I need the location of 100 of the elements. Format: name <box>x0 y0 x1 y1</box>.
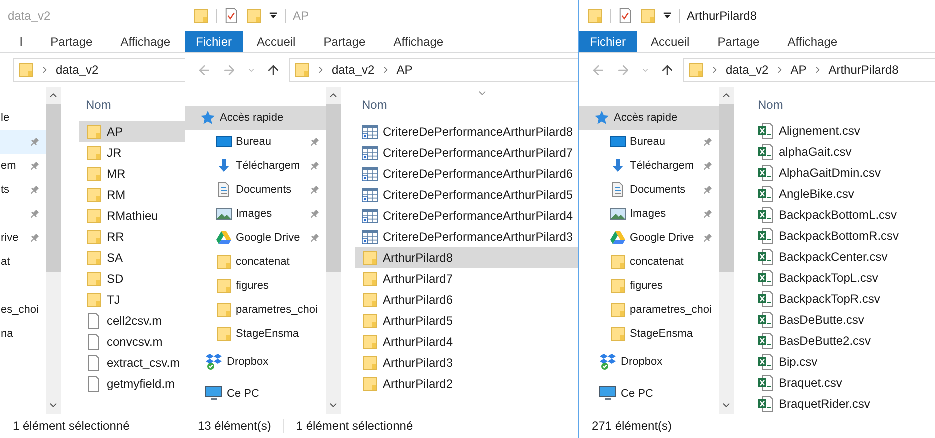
file-row[interactable]: alphaGait.csv <box>751 141 935 162</box>
file-row[interactable]: ArthurPilard5 <box>355 310 578 331</box>
nav-pane-item[interactable]: parametres_choi <box>185 298 326 322</box>
ribbon-tab[interactable]: l <box>6 31 37 52</box>
nav-pane-item[interactable]: Téléchargem <box>579 154 719 178</box>
nav-pane-item[interactable]: parametres_choi <box>579 298 719 322</box>
nav-pane-item[interactable]: StageEnsma <box>185 322 326 346</box>
file-row[interactable]: extract_csv.m <box>79 352 185 373</box>
file-row[interactable]: RMathieu <box>79 205 185 226</box>
file-row[interactable]: convcsv.m <box>79 331 185 352</box>
nav-pane-item[interactable]: Dropbox <box>185 346 326 378</box>
breadcrumb-item[interactable]: ArthurPilard8 <box>828 61 899 79</box>
file-row[interactable]: Bip.csv <box>751 351 935 372</box>
forward-icon[interactable] <box>616 62 631 78</box>
file-row[interactable]: AP <box>79 121 185 142</box>
file-row[interactable]: BackpackCenter.csv <box>751 246 935 267</box>
file-row[interactable]: TJ <box>79 289 185 310</box>
nav-pane-item[interactable]: ts <box>0 178 46 202</box>
ribbon-tab[interactable]: Partage <box>310 31 380 52</box>
nav-pane-item[interactable]: Documents <box>185 178 326 202</box>
pin-icon[interactable] <box>309 208 320 220</box>
breadcrumb-item[interactable]: AP <box>790 61 807 79</box>
pin-icon[interactable] <box>309 232 320 244</box>
nav-pane-item[interactable]: Documents <box>579 178 719 202</box>
column-header[interactable]: Nom <box>86 96 112 114</box>
pin-icon[interactable] <box>309 136 320 148</box>
file-row[interactable]: AngleBike.csv <box>751 183 935 204</box>
pin-icon[interactable] <box>702 208 713 220</box>
pin-icon[interactable] <box>29 232 40 244</box>
file-row[interactable]: BasDeButte.csv <box>751 309 935 330</box>
file-row[interactable]: BasDeButte2.csv <box>751 330 935 351</box>
file-row[interactable]: Braquet.csv <box>751 372 935 393</box>
nav-pane-item[interactable]: Dropbox <box>579 346 719 378</box>
breadcrumb-item[interactable]: AP <box>396 61 413 79</box>
nav-pane-item[interactable]: StageEnsma <box>579 322 719 346</box>
ribbon-tab[interactable]: Accueil <box>637 31 704 52</box>
nav-pane-item[interactable]: at <box>0 250 46 274</box>
pin-icon[interactable] <box>702 136 713 148</box>
properties-icon[interactable] <box>618 8 633 24</box>
file-row[interactable]: ArthurPilard3 <box>355 352 578 373</box>
dropdown-caret-icon[interactable] <box>663 11 672 20</box>
file-row[interactable]: CritereDePerformanceArthurPilard7 <box>355 142 578 163</box>
file-row[interactable]: CritereDePerformanceArthurPilard8 <box>355 121 578 142</box>
forward-icon[interactable] <box>222 62 237 78</box>
nav-pane-item[interactable]: Ce PC <box>185 378 326 410</box>
file-row[interactable]: ArthurPilard2 <box>355 373 578 394</box>
ribbon-tab[interactable]: Affichage <box>774 31 852 52</box>
nav-pane-item[interactable]: Images <box>579 202 719 226</box>
pin-icon[interactable] <box>702 160 713 172</box>
file-row[interactable]: BackpackTopR.csv <box>751 288 935 309</box>
nav-pane-item[interactable]: Google Drive <box>579 226 719 250</box>
back-icon[interactable] <box>197 62 212 78</box>
pin-icon[interactable] <box>29 136 40 148</box>
nav-pane-item[interactable]: figures <box>185 274 326 298</box>
file-tab[interactable]: Fichier <box>579 31 638 52</box>
nav-pane-item[interactable]: Accès rapide <box>579 106 719 130</box>
pin-icon[interactable] <box>702 184 713 196</box>
nav-pane-item[interactable]: Téléchargem <box>185 154 326 178</box>
pin-icon[interactable] <box>29 160 40 172</box>
scrollbar[interactable] <box>719 87 734 414</box>
scrollbar[interactable] <box>46 87 61 414</box>
file-row[interactable]: ArthurPilard6 <box>355 289 578 310</box>
nav-pane-item[interactable] <box>0 130 46 154</box>
nav-pane-item[interactable]: es_choi <box>0 298 46 322</box>
column-header[interactable]: Nom <box>362 96 388 114</box>
nav-pane-item[interactable]: Ce PC <box>579 378 719 410</box>
file-row[interactable]: getmyfield.m <box>79 373 185 394</box>
file-row[interactable]: AlphaGaitDmin.csv <box>751 162 935 183</box>
file-row[interactable]: RR <box>79 226 185 247</box>
address-bar[interactable]: data_v2 AP ArthurPilard8 <box>683 58 935 82</box>
file-tab[interactable]: Fichier <box>185 31 244 52</box>
nav-pane-item[interactable]: concatenat <box>579 250 719 274</box>
file-row[interactable]: JR <box>79 142 185 163</box>
pin-icon[interactable] <box>309 184 320 196</box>
file-row[interactable]: RM <box>79 184 185 205</box>
file-row[interactable]: SD <box>79 268 185 289</box>
file-row[interactable]: cell2csv.m <box>79 310 185 331</box>
back-icon[interactable] <box>591 62 606 78</box>
file-row[interactable]: MR <box>79 163 185 184</box>
breadcrumb-item[interactable]: data_v2 <box>56 61 99 79</box>
nav-pane-item[interactable]: Bureau <box>185 130 326 154</box>
file-row[interactable]: BackpackTopL.csv <box>751 267 935 288</box>
ribbon-tab[interactable]: Affichage <box>106 31 185 52</box>
file-row[interactable]: SA <box>79 247 185 268</box>
dropdown-caret-icon[interactable] <box>269 11 278 20</box>
nav-pane-item[interactable]: Images <box>185 202 326 226</box>
nav-pane-item[interactable]: Accès rapide <box>185 106 326 130</box>
file-row[interactable]: BackpackBottomL.csv <box>751 204 935 225</box>
nav-pane-item[interactable]: na <box>0 322 46 346</box>
file-row[interactable]: CritereDePerformanceArthurPilard3 <box>355 226 578 247</box>
file-row[interactable]: Alignement.csv <box>751 120 935 141</box>
nav-pane-item[interactable]: em <box>0 154 46 178</box>
pin-icon[interactable] <box>309 160 320 172</box>
file-row[interactable]: ArthurPilard4 <box>355 331 578 352</box>
file-row[interactable]: BraquetRider.csv <box>751 393 935 414</box>
pin-icon[interactable] <box>29 208 40 220</box>
column-header[interactable]: Nom <box>758 96 784 114</box>
address-bar[interactable]: data_v2 <box>13 58 185 82</box>
breadcrumb-item[interactable]: data_v2 <box>726 61 769 79</box>
file-row[interactable]: BackpackBottomR.csv <box>751 225 935 246</box>
